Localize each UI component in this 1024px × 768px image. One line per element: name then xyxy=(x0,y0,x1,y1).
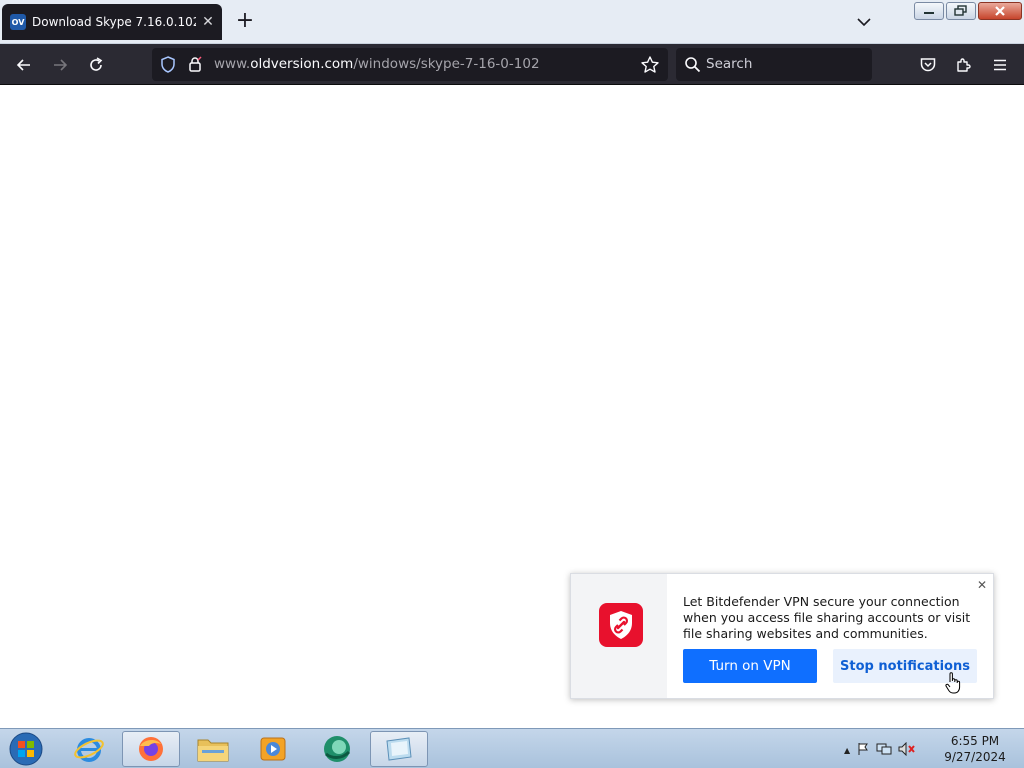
hand-cursor-icon xyxy=(945,671,961,695)
forward-arrow-icon[interactable] xyxy=(49,54,71,76)
action-center-flag-icon[interactable] xyxy=(856,741,870,760)
url-host: oldversion.com xyxy=(250,56,354,72)
extensions-puzzle-icon[interactable] xyxy=(953,54,975,76)
bookmark-star-icon[interactable] xyxy=(640,55,660,79)
start-orb-icon[interactable] xyxy=(6,731,46,767)
search-icon xyxy=(684,56,701,77)
blue-window-app-icon[interactable] xyxy=(370,731,428,767)
tab-close-icon[interactable]: ✕ xyxy=(200,14,216,30)
search-input[interactable]: Search xyxy=(706,56,752,72)
tracking-protection-shield-icon[interactable] xyxy=(160,56,176,77)
search-bar[interactable]: Search xyxy=(676,48,872,81)
screen: OV Download Skype 7.16.0.102 for Windows… xyxy=(0,0,1024,768)
system-tray: ▲ xyxy=(844,741,916,760)
url-path: /windows/skype-7-16-0-102 xyxy=(353,56,540,72)
browser-tab[interactable]: OV Download Skype 7.16.0.102 for Windows… xyxy=(2,4,222,40)
firefox-icon[interactable] xyxy=(122,731,180,767)
navigation-toolbar: www.oldversion.com/windows/skype-7-16-0-… xyxy=(0,44,1024,85)
url-prefix: www. xyxy=(214,56,251,72)
list-all-tabs-chevron-icon[interactable] xyxy=(854,12,874,32)
notification-close-icon[interactable]: ✕ xyxy=(977,578,987,592)
menu-hamburger-icon[interactable] xyxy=(989,54,1011,76)
internet-explorer-icon[interactable] xyxy=(60,731,118,767)
lock-icon[interactable] xyxy=(188,56,202,77)
show-hidden-icons-arrow-icon[interactable]: ▲ xyxy=(844,746,850,755)
turn-on-vpn-button[interactable]: Turn on VPN xyxy=(683,649,817,683)
clock-time: 6:55 PM xyxy=(950,734,1000,748)
network-icon[interactable] xyxy=(876,741,892,760)
teal-app-icon[interactable] xyxy=(308,731,366,767)
url-text: www.oldversion.com/windows/skype-7-16-0-… xyxy=(214,56,540,72)
bitdefender-notification: ✕ Let Bitdefender VPN secure your connec… xyxy=(570,573,994,699)
close-window-button[interactable] xyxy=(978,2,1022,20)
notification-message: Let Bitdefender VPN secure your connecti… xyxy=(683,594,971,641)
clock-date: 9/27/2024 xyxy=(944,750,1006,764)
taskbar-clock[interactable]: 6:55 PM 9/27/2024 xyxy=(940,733,1010,765)
reload-icon[interactable] xyxy=(85,54,107,76)
file-explorer-icon[interactable] xyxy=(184,731,242,767)
windows-taskbar: ▲ 6:55 PM 9/27/2024 xyxy=(0,728,1024,768)
pocket-icon[interactable] xyxy=(917,54,939,76)
url-bar[interactable]: www.oldversion.com/windows/skype-7-16-0-… xyxy=(152,48,668,81)
bitdefender-vpn-shield-icon xyxy=(599,603,643,647)
tab-title: Download Skype 7.16.0.102 for Windows xyxy=(32,15,196,29)
back-arrow-icon[interactable] xyxy=(13,54,35,76)
restore-button[interactable] xyxy=(946,2,976,20)
volume-muted-icon[interactable] xyxy=(898,741,916,760)
new-tab-button[interactable]: + xyxy=(234,10,256,32)
tab-strip: OV Download Skype 7.16.0.102 for Windows… xyxy=(0,0,1024,44)
media-player-icon[interactable] xyxy=(244,731,302,767)
minimize-button[interactable] xyxy=(914,2,944,20)
window-controls xyxy=(914,2,1022,20)
site-favicon-icon: OV xyxy=(10,14,26,30)
